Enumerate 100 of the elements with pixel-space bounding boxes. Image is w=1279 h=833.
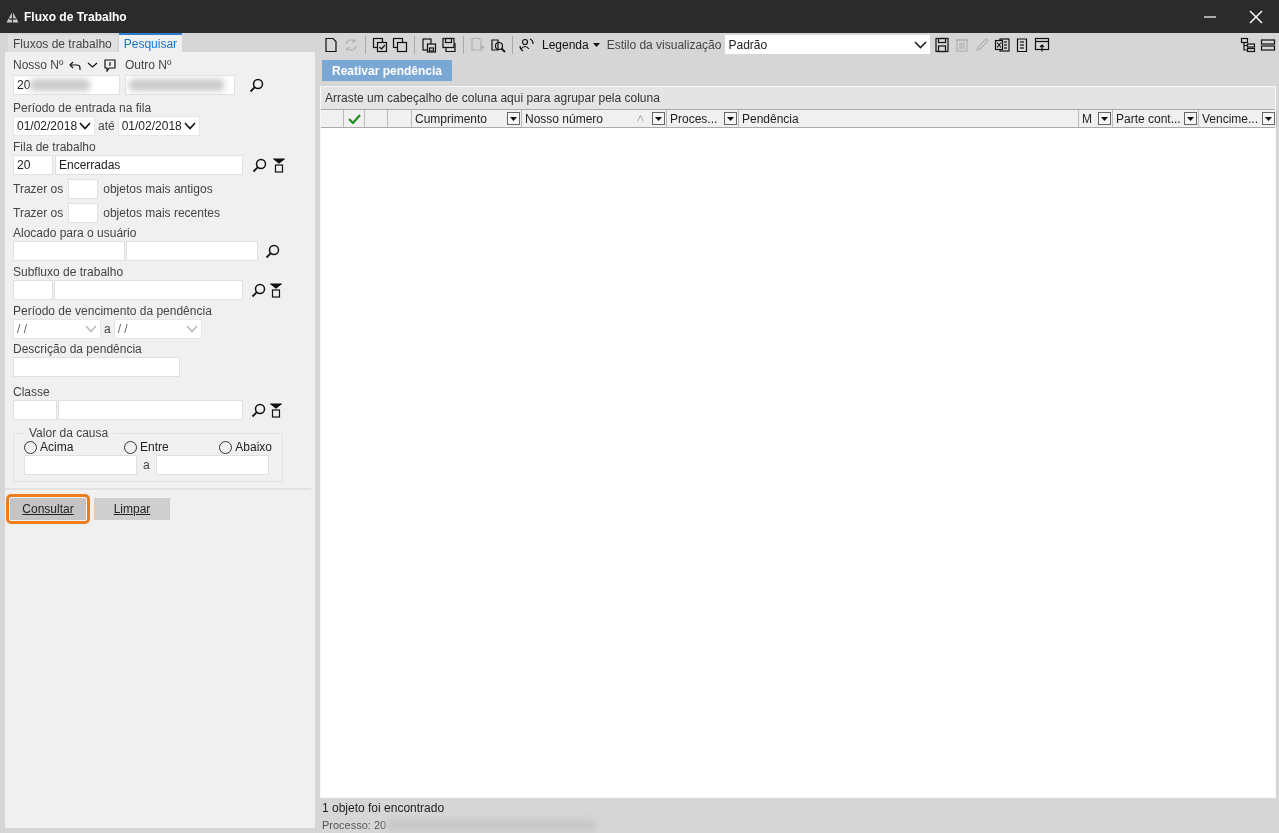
field-label: Alocado para o usuário: [13, 226, 138, 240]
filter-icon: [1187, 116, 1194, 121]
field-label: Descrição da pendência: [13, 342, 143, 356]
search-icon[interactable]: [251, 282, 266, 298]
radio-option[interactable]: Abaixo: [219, 440, 272, 454]
date-field[interactable]: 01/02/2018: [117, 116, 200, 136]
separator-label: a: [104, 322, 111, 336]
check-icon[interactable]: [347, 113, 361, 124]
field-label: Outro Nº: [125, 58, 172, 72]
separator-label: até: [98, 119, 115, 133]
radio-option[interactable]: Acima: [24, 440, 74, 454]
chevron-down-icon: [79, 122, 91, 130]
panel-tab[interactable]: Pesquisar: [118, 33, 183, 52]
name-field[interactable]: Encerradas: [55, 155, 243, 175]
text-field[interactable]: [13, 357, 180, 377]
group-label: Valor da causa: [28, 426, 110, 440]
copy-icon[interactable]: [392, 36, 408, 53]
date-field[interactable]: / /: [13, 319, 101, 339]
filter-button[interactable]: [1098, 112, 1111, 125]
search-icon[interactable]: [252, 157, 267, 173]
legend-menu[interactable]: Legenda: [539, 37, 603, 52]
filter-icon: [1101, 116, 1108, 121]
field-label: objetos mais antigos: [103, 182, 213, 196]
code-field[interactable]: [13, 400, 57, 420]
filter-button[interactable]: [724, 112, 737, 125]
filter-icon: [655, 116, 662, 121]
filter-button[interactable]: [1184, 112, 1197, 125]
undo-icon[interactable]: [69, 59, 82, 71]
filter-button[interactable]: [507, 112, 520, 125]
date-field[interactable]: 01/02/2018: [13, 116, 95, 136]
spreadsheet-icon[interactable]: [994, 36, 1011, 53]
chevron-down-icon: [185, 325, 198, 333]
view-style-select[interactable]: Padrão: [725, 35, 931, 54]
close-icon[interactable]: [1249, 9, 1263, 24]
amount-field[interactable]: [24, 455, 137, 475]
column-header[interactable]: Proces...: [667, 110, 739, 127]
filter-button[interactable]: [1262, 112, 1275, 125]
name-field[interactable]: [54, 280, 243, 300]
field-label: Fila de trabalho: [13, 140, 97, 154]
column-header[interactable]: Cumprimento: [412, 110, 522, 127]
filter-dropdown-icon[interactable]: [273, 157, 285, 173]
tree-icon[interactable]: [1240, 36, 1256, 53]
search-icon[interactable]: [265, 243, 280, 259]
filter-dropdown-icon[interactable]: [270, 402, 282, 418]
chevron-down-icon: [183, 122, 196, 130]
column-header[interactable]: M: [1079, 110, 1113, 127]
window-title: Fluxo de Trabalho: [24, 9, 128, 24]
save-icon[interactable]: [934, 36, 951, 53]
chevron-down-icon[interactable]: [87, 60, 99, 70]
chevron-down-icon: [85, 325, 97, 333]
document-icon[interactable]: [323, 36, 339, 53]
date-field[interactable]: / /: [113, 319, 202, 339]
count-field[interactable]: [68, 179, 99, 199]
filter-icon: [510, 116, 517, 121]
column-header[interactable]: Nosso número: [522, 110, 667, 127]
redacted-block: [30, 79, 91, 91]
search-icon[interactable]: [251, 402, 266, 418]
column-header[interactable]: Parte cont...: [1113, 110, 1199, 127]
field-label: Nosso Nº: [13, 58, 64, 72]
field-label: Período de entrada na fila: [13, 101, 153, 115]
paste-save-icon[interactable]: [421, 36, 437, 53]
save-copy-icon[interactable]: [441, 36, 457, 53]
filter-icon: [727, 116, 734, 121]
note-icon[interactable]: [104, 58, 117, 72]
filter-icon: [1265, 116, 1272, 121]
number-field[interactable]: [125, 75, 235, 95]
code-field[interactable]: 20: [13, 155, 53, 175]
amount-field[interactable]: [155, 455, 269, 475]
layout-icon[interactable]: [1260, 36, 1276, 53]
caret-icon: [592, 42, 600, 47]
action-button[interactable]: Limpar: [94, 498, 170, 520]
name-field[interactable]: [58, 400, 243, 420]
field-label: Trazer os: [13, 206, 64, 220]
separator-label: a: [143, 458, 150, 472]
group-by-hint: Arraste um cabeçalho de coluna aqui para agrupar pela coluna: [321, 87, 1275, 110]
chevron-down-icon: [914, 40, 928, 49]
code-field[interactable]: [13, 280, 53, 300]
field-label: Período de vencimento da pendência: [13, 304, 213, 318]
filter-button[interactable]: [652, 112, 665, 125]
field-label: Subfluxo de trabalho: [13, 265, 125, 279]
column-header[interactable]: Pendência: [739, 110, 1079, 127]
filter-dropdown-icon[interactable]: [270, 282, 282, 298]
field-label: Classe: [13, 385, 51, 399]
name-field[interactable]: [126, 241, 258, 261]
pyramid-icon: [6, 10, 19, 23]
column-header[interactable]: Vencime...: [1199, 110, 1277, 127]
count-field[interactable]: [68, 203, 99, 223]
panel-tab[interactable]: Fluxos de trabalho: [8, 35, 117, 52]
process-label: Processo: 20: [322, 819, 387, 831]
result-count: 1 objeto foi encontrado: [322, 801, 446, 815]
code-field[interactable]: [13, 241, 125, 261]
field-label: Trazer os: [13, 182, 64, 196]
radio-option[interactable]: Entre: [123, 440, 169, 454]
people-refresh-icon[interactable]: [519, 36, 535, 53]
copy-check-icon[interactable]: [372, 36, 388, 53]
number-field[interactable]: 20: [13, 75, 120, 95]
document-search-icon[interactable]: [490, 36, 506, 53]
search-icon[interactable]: [249, 77, 264, 93]
field-label: objetos mais recentes: [103, 206, 220, 220]
view-style-label: Estilo da visualização: [606, 37, 722, 52]
